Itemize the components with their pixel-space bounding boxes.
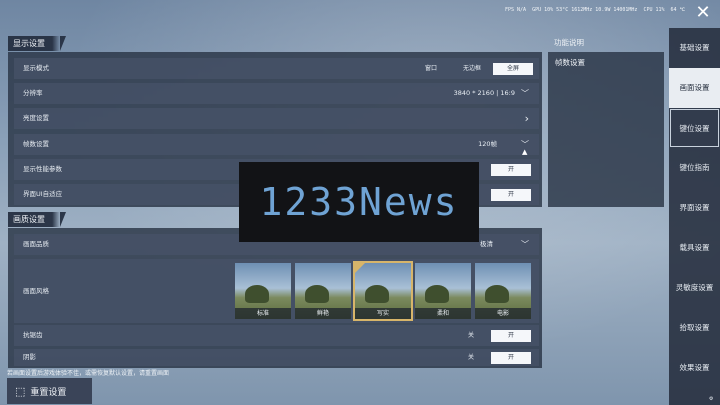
watermark-logo: 1233News <box>239 162 479 242</box>
style-option-vivid[interactable]: 鲜艳 <box>295 263 351 319</box>
nav-basic[interactable]: 基础设置 <box>669 28 720 68</box>
brightness-row[interactable]: 亮度设置 › <box>14 108 539 129</box>
ui-adapt-label: 界面UI自适应 <box>23 190 63 198</box>
style-row: 画面风格 标准 鲜艳 写实 柔和 电影 <box>14 259 539 323</box>
brightness-open[interactable]: › <box>525 108 529 129</box>
tree-graphic <box>305 285 329 303</box>
display-mode-window[interactable]: 窗口 <box>411 63 451 75</box>
tree-graphic <box>245 285 269 303</box>
style-option-soft[interactable]: 柔和 <box>415 263 471 319</box>
settings-icon: ⚙ <box>709 396 714 402</box>
nav-vehicle[interactable]: 载具设置 <box>669 228 720 268</box>
nav-interface[interactable]: 界面设置 <box>669 188 720 228</box>
style-option-caption: 写实 <box>355 308 411 319</box>
info-panel: 帧数设置 <box>548 52 664 207</box>
ui-adapt-on[interactable]: 开 <box>491 189 531 201</box>
framerate-label: 帧数设置 <box>23 140 49 148</box>
display-section-title: 显示设置 <box>8 36 66 51</box>
display-mode-segmented: 窗口 无边框 全屏 <box>411 63 533 75</box>
watermark-text: 1233News <box>259 180 459 224</box>
nav-effects[interactable]: 效果设置 <box>669 348 720 388</box>
reset-hint: 若画面设置后游戏体验不佳，或需恢复默认设置，请重置画面 <box>7 370 170 377</box>
fps-readout: FPS N/A <box>505 7 527 13</box>
shadow-row: 阴影 关 开 <box>14 349 539 366</box>
quality-label: 画面品质 <box>23 240 49 248</box>
quality-section-title: 画质设置 <box>8 212 66 227</box>
info-title: 功能说明 <box>554 38 584 47</box>
display-mode-fullscreen[interactable]: 全屏 <box>493 63 533 75</box>
tree-graphic <box>425 285 449 303</box>
style-option-caption: 电影 <box>475 308 531 319</box>
reset-label: 重置设置 <box>30 387 67 398</box>
antialias-row: 抗锯齿 关 开 <box>14 325 539 346</box>
style-option-cinema[interactable]: 电影 <box>475 263 531 319</box>
tree-graphic <box>365 285 389 303</box>
antialias-on[interactable]: 开 <box>491 330 531 342</box>
selected-check-icon <box>355 263 365 273</box>
shadow-label: 阴影 <box>23 353 36 361</box>
style-thumbnails: 标准 鲜艳 写实 柔和 电影 <box>235 261 531 321</box>
chevron-down-icon: ﹀ <box>521 240 529 249</box>
shadow-off[interactable]: 关 <box>451 352 491 364</box>
mouse-cursor-icon: ▲ <box>522 148 528 156</box>
reset-icon: ⬚ <box>15 384 26 398</box>
perf-params-on[interactable]: 开 <box>491 164 531 176</box>
nav-keyguide[interactable]: 键位指南 <box>669 148 720 188</box>
brightness-label: 亮度设置 <box>23 114 49 122</box>
framerate-row[interactable]: 帧数设置 120帧 ﹀ <box>14 134 539 155</box>
chevron-down-icon: ﹀ <box>521 89 529 98</box>
tree-graphic <box>485 285 509 303</box>
settings-nav: 基础设置 画面设置 键位设置 键位指南 界面设置 载具设置 灵敏度设置 拾取设置… <box>669 28 720 405</box>
cpu-readout: CPU 11% <box>643 7 665 13</box>
display-mode-row: 显示模式 窗口 无边框 全屏 <box>14 58 539 79</box>
style-option-caption: 标准 <box>235 308 291 319</box>
style-option-realistic[interactable]: 写实 <box>353 261 413 321</box>
chevron-right-icon: › <box>524 112 529 125</box>
info-topic: 帧数设置 <box>555 58 585 67</box>
resolution-row[interactable]: 分辨率 3840 * 2160 | 16:9 ﹀ <box>14 83 539 104</box>
antialias-toggle[interactable]: 关 开 <box>451 330 531 342</box>
temp-readout: 64 ℃ <box>670 7 686 13</box>
nav-keybind[interactable]: 键位设置 <box>670 109 719 147</box>
shadow-toggle[interactable]: 关 开 <box>451 352 531 364</box>
perf-params-label: 显示性能参数 <box>23 165 62 173</box>
display-mode-borderless[interactable]: 无边框 <box>451 63 493 75</box>
resolution-label: 分辨率 <box>23 89 43 97</box>
shadow-on[interactable]: 开 <box>491 352 531 364</box>
quality-value: 极清 <box>480 240 493 248</box>
reset-button[interactable]: ⬚ 重置设置 <box>7 378 92 404</box>
performance-overlay: FPS N/A GPU 10% 53°C 1612MHz 10.9W 14001… <box>505 4 685 16</box>
nav-sensitivity[interactable]: 灵敏度设置 <box>669 268 720 308</box>
framerate-value: 120帧 <box>478 140 497 148</box>
antialias-label: 抗锯齿 <box>23 331 43 339</box>
style-option-caption: 柔和 <box>415 308 471 319</box>
style-option-caption: 鲜艳 <box>295 308 351 319</box>
nav-graphics[interactable]: 画面设置 <box>669 68 720 108</box>
resolution-value: 3840 * 2160 | 16:9 <box>453 89 515 97</box>
style-option-standard[interactable]: 标准 <box>235 263 291 319</box>
antialias-off[interactable]: 关 <box>451 330 491 342</box>
display-mode-label: 显示模式 <box>23 64 49 72</box>
gpu-readout: GPU 10% 53°C 1612MHz 10.9W 14001MHz <box>532 7 638 13</box>
close-icon[interactable]: ✕ <box>693 3 713 23</box>
resolution-dropdown[interactable]: 3840 * 2160 | 16:9 ﹀ <box>454 83 529 104</box>
style-label: 画面风格 <box>23 287 49 295</box>
quality-dropdown[interactable]: 极清 ﹀ <box>480 234 529 255</box>
nav-pickup[interactable]: 拾取设置 <box>669 308 720 348</box>
